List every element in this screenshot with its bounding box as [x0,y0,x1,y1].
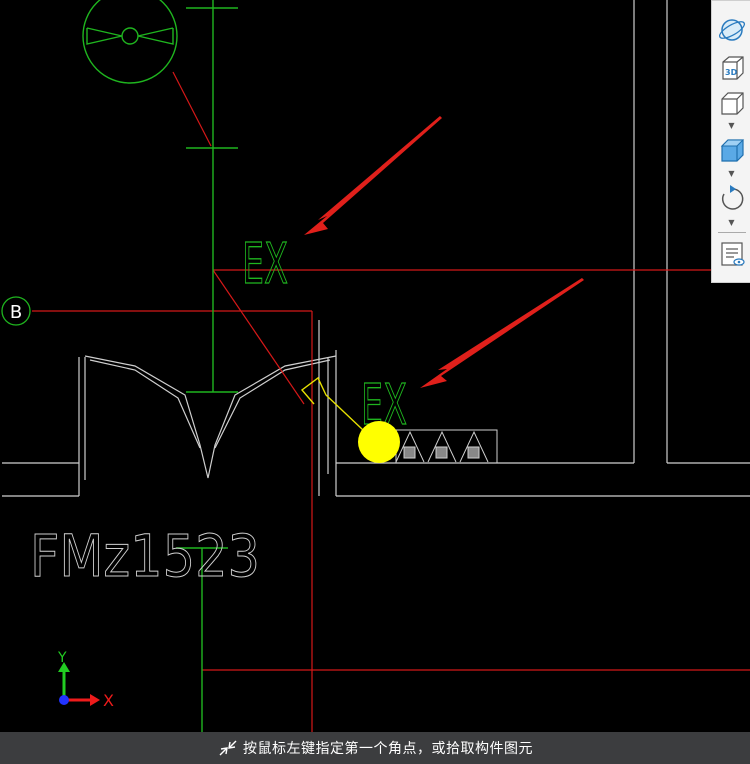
rotate-dropdown-caret[interactable]: ▼ [726,219,737,227]
shaded-cube-icon [720,139,745,162]
selection-marker[interactable] [358,421,400,463]
orbit-icon [718,19,746,41]
orbit-button[interactable] [717,15,747,45]
drawing-viewport[interactable]: EX EX FMz1523 B Y X 3D ▼ ▼ ▼ 按鼠标左键指定第一个角… [0,0,750,764]
pipe-lines [82,0,238,764]
view-3d-icon: 3D [722,56,744,80]
grid-axis-label: B [10,302,22,323]
cad-canvas[interactable]: EX EX FMz1523 B Y X [0,0,750,764]
svg-text:3D: 3D [725,68,738,77]
annotation-arrow-lower [420,278,584,388]
layer-display-icon [721,242,745,266]
view-toolbar: 3D ▼ ▼ ▼ [711,0,750,283]
wireframe-dropdown-caret[interactable]: ▼ [726,122,737,130]
fixture-strip [395,429,498,464]
rotate-icon [721,185,744,210]
annotation-arrow-upper [304,116,442,235]
ex-label-upper: EX [242,232,288,297]
wireframe-view-button[interactable] [717,89,747,119]
toolbar-separator [718,232,746,233]
annotation-arrows [304,116,584,388]
command-prompt-text: 按鼠标左键指定第一个角点，或拾取构件图元 [243,741,533,757]
door-tag-label: FMz1523 [30,522,260,590]
ucs-icon: Y X [57,650,114,710]
shaded-dropdown-caret[interactable]: ▼ [726,170,737,178]
display-settings-button[interactable] [717,239,747,269]
view-3d-button[interactable]: 3D [717,53,747,83]
rotate-button[interactable] [717,183,747,213]
ucs-y-label: Y [57,650,67,666]
wireframe-cube-icon [721,92,744,115]
marker-leader [300,376,364,431]
ucs-x-label: X [103,691,114,710]
shaded-view-button[interactable] [717,136,747,166]
select-corner-icon [219,740,237,756]
command-status-bar: 按鼠标左键指定第一个角点，或拾取构件图元 [0,732,750,764]
